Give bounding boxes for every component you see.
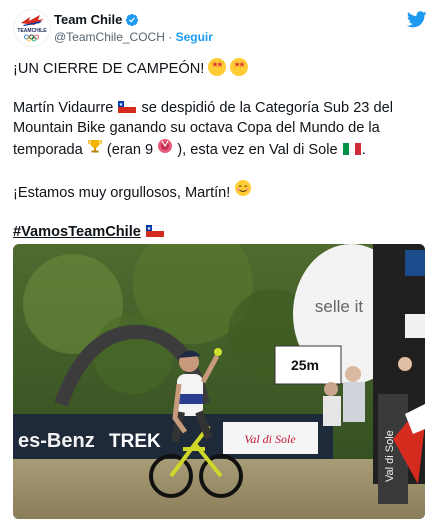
twitter-bird-icon[interactable] — [407, 11, 427, 28]
svg-text:★: ★ — [147, 226, 152, 232]
tweet-text: ¡UN CIERRE DE CAMPEÓN! Martín Vidaurre ★… — [13, 58, 427, 261]
chile-flag-icon: ★ — [118, 101, 137, 113]
inflatable-text: selle it — [315, 297, 363, 316]
tweet-p2-c: (eran 9 — [106, 142, 154, 158]
tweet-paragraph-2: Martín Vidaurre ★ se despidió de la Cate… — [13, 98, 427, 160]
chile-flag-icon: ★ — [145, 225, 164, 237]
tweet-card: TEAMCHILE Team Chile @TeamChile_COCH · S… — [0, 0, 439, 524]
tweet-p2-d: ), esta vez en Val di Sole — [177, 142, 338, 158]
tweet-line-1: ¡UN CIERRE DE CAMPEÓN! — [13, 58, 427, 79]
banner-mid-text: TREK — [109, 431, 161, 452]
verified-badge-icon — [126, 13, 139, 26]
team-chile-avatar[interactable]: TEAMCHILE — [13, 9, 51, 47]
tweet-line-1-text: ¡UN CIERRE DE CAMPEÓN! — [13, 61, 205, 77]
avatar-logo-text: TEAMCHILE — [17, 28, 47, 34]
handle-row: @TeamChile_COCH · Seguir — [54, 30, 213, 44]
tweet-p2-e: . — [361, 142, 366, 158]
account-names: Team Chile @TeamChile_COCH · Seguir — [54, 12, 213, 44]
hashtag-link[interactable]: #VamosTeamChile — [13, 224, 141, 240]
tweet-photo[interactable]: selle it 25m es-Benz TREK Val di Sole Va… — [13, 244, 425, 519]
smiling-face-emoji — [234, 179, 252, 199]
tweet-hashtag-line: #VamosTeamChile ★ — [13, 222, 427, 242]
tweet-line-3-text: ¡Estamos muy orgullosos, Martín! — [13, 185, 231, 201]
tweet-line-3: ¡Estamos muy orgullosos, Martín! — [13, 179, 427, 203]
follow-button[interactable]: Seguir — [176, 30, 213, 44]
star-struck-emoji — [230, 58, 249, 76]
distance-sign-text: 25m — [291, 357, 319, 373]
star-struck-emoji — [208, 58, 227, 76]
tweet-p2-a: Martín Vidaurre — [13, 100, 114, 116]
tweet-header: TEAMCHILE Team Chile @TeamChile_COCH · S… — [13, 9, 429, 47]
mountain-bike-race-photo: selle it 25m es-Benz TREK Val di Sole Va… — [13, 244, 425, 519]
handle-separator: · — [164, 30, 176, 44]
banner-left-text: es-Benz — [18, 430, 95, 452]
medal-icon — [157, 138, 173, 156]
italy-flag-icon — [342, 143, 361, 155]
account-handle[interactable]: @TeamChile_COCH — [54, 30, 165, 44]
banner-right-text: Val di Sole — [244, 432, 296, 446]
account-display-name[interactable]: Team Chile — [54, 12, 122, 27]
trophy-icon — [87, 138, 103, 156]
svg-text:★: ★ — [119, 102, 124, 108]
